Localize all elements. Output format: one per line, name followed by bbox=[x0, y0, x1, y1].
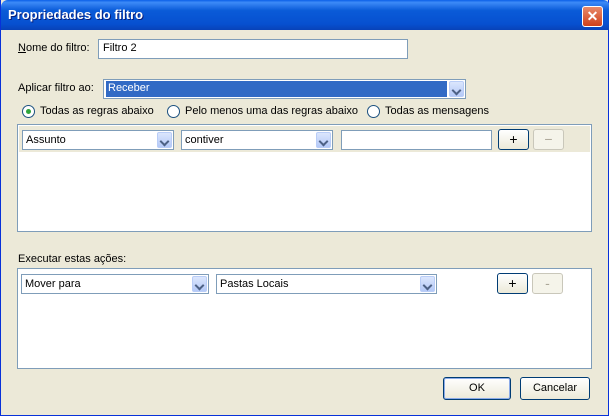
remove-action-button[interactable]: - bbox=[532, 273, 563, 294]
rule-field-select[interactable]: Assunto bbox=[22, 130, 174, 150]
ok-button[interactable]: OK bbox=[443, 377, 511, 400]
actions-label: Executar estas ações: bbox=[18, 253, 127, 265]
rule-operator-value: contiver bbox=[185, 134, 224, 146]
radio-all-messages[interactable] bbox=[367, 105, 380, 118]
apply-filter-value: Receber bbox=[106, 81, 447, 97]
rule-field-value: Assunto bbox=[26, 134, 66, 146]
window-title: Propriedades do filtro bbox=[8, 7, 144, 22]
rule-operator-select[interactable]: contiver bbox=[181, 130, 333, 150]
filter-properties-dialog: Propriedades do filtro ✕ Nome do filtro:… bbox=[0, 0, 609, 416]
filter-name-label-text: ome do filtro: bbox=[25, 42, 90, 54]
action-target-select[interactable]: Pastas Locais bbox=[216, 274, 437, 294]
apply-filter-label: Aplicar filtro ao: bbox=[18, 82, 94, 94]
title-bar[interactable]: Propriedades do filtro ✕ bbox=[1, 0, 609, 30]
action-type-select[interactable]: Mover para bbox=[21, 274, 209, 294]
radio-all-rules[interactable] bbox=[22, 105, 35, 118]
close-button[interactable]: ✕ bbox=[582, 6, 603, 27]
radio-any-rule[interactable] bbox=[167, 105, 180, 118]
cancel-button[interactable]: Cancelar bbox=[520, 377, 590, 400]
chevron-down-icon[interactable] bbox=[192, 276, 207, 292]
chevron-down-icon[interactable] bbox=[157, 132, 172, 148]
radio-all-messages-label[interactable]: Todas as mensagens bbox=[385, 105, 489, 117]
rule-value-input[interactable] bbox=[341, 130, 492, 150]
radio-all-rules-label[interactable]: Todas as regras abaixo bbox=[40, 105, 154, 117]
add-rule-button[interactable]: + bbox=[498, 129, 529, 150]
filter-name-label: Nome do filtro: bbox=[18, 42, 90, 54]
chevron-down-icon[interactable] bbox=[420, 276, 435, 292]
chevron-down-icon[interactable] bbox=[316, 132, 331, 148]
remove-rule-button[interactable]: − bbox=[533, 129, 564, 150]
chevron-down-icon[interactable] bbox=[449, 81, 464, 97]
apply-filter-select[interactable]: Receber bbox=[103, 79, 466, 99]
action-type-value: Mover para bbox=[25, 278, 81, 290]
filter-name-input[interactable]: Filtro 2 bbox=[98, 39, 408, 59]
radio-any-rule-label[interactable]: Pelo menos uma das regras abaixo bbox=[185, 105, 358, 117]
action-target-value: Pastas Locais bbox=[220, 278, 289, 290]
add-action-button[interactable]: + bbox=[497, 273, 528, 294]
